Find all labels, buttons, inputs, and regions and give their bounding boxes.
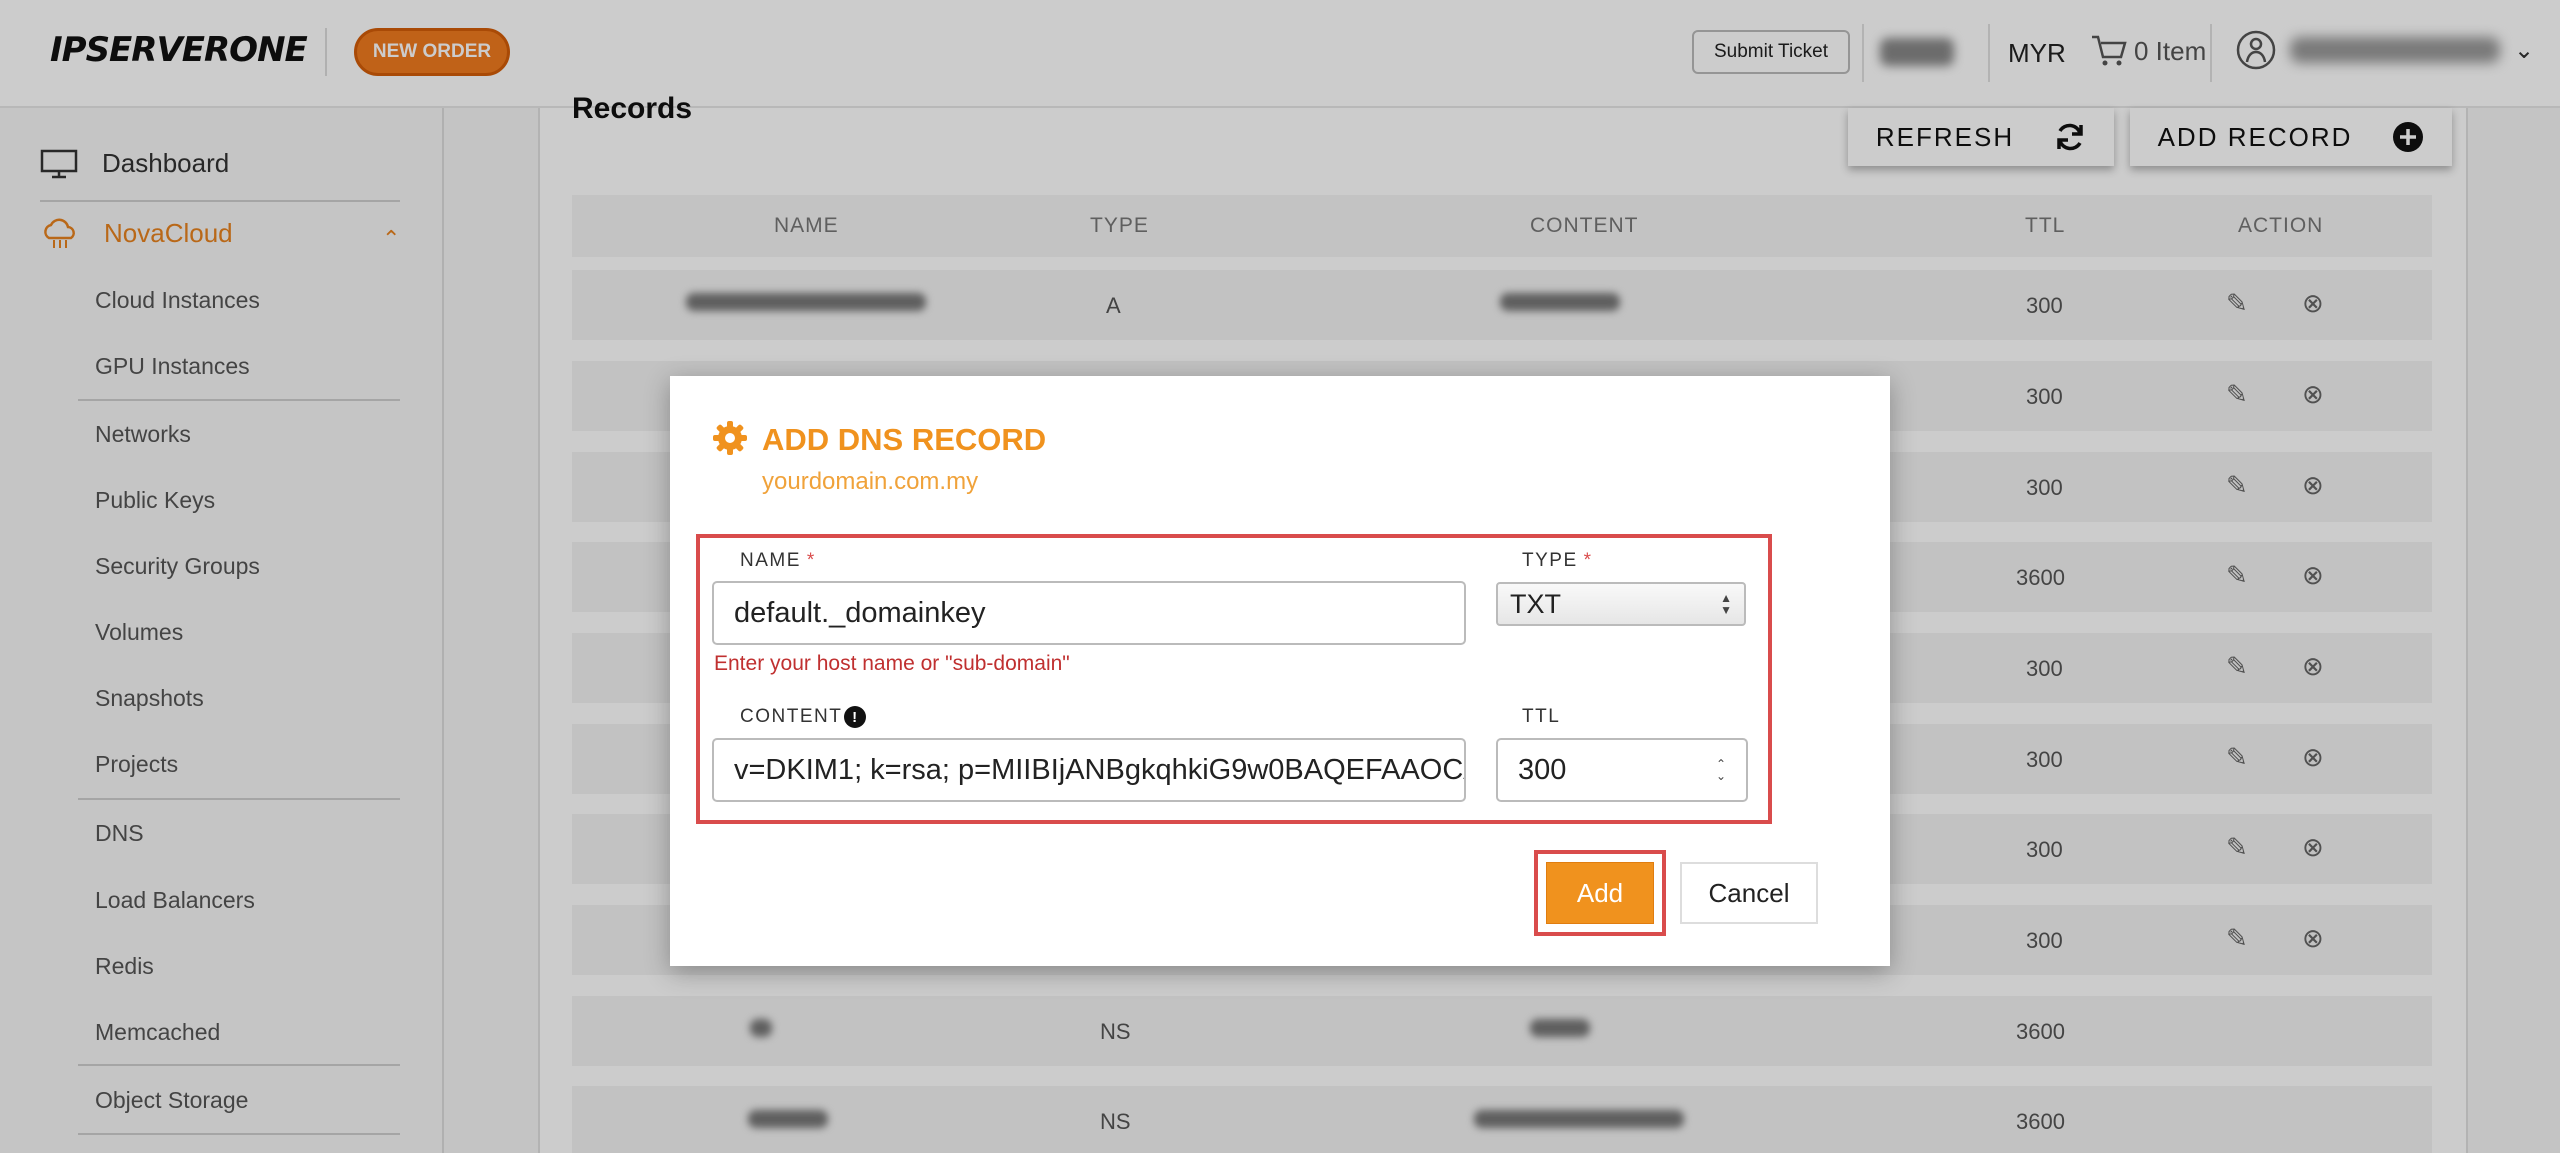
type-select[interactable]: TXT ▲ ▼ <box>1496 582 1746 626</box>
add-dns-record-dialog: ADD DNS RECORD yourdomain.com.my NAME * d… <box>670 376 1890 966</box>
required-mark: * <box>806 550 816 571</box>
ttl-label: TTL <box>1522 706 1561 727</box>
required-mark: * <box>1583 550 1593 571</box>
type-selected-value: TXT <box>1510 588 1561 619</box>
name-label: NAME * <box>740 550 816 572</box>
add-button[interactable]: Add <box>1546 862 1654 924</box>
gear-icon <box>713 421 747 455</box>
ttl-value: 300 <box>1518 753 1567 786</box>
ttl-input[interactable]: 300 ⌃ ⌄ <box>1496 738 1748 802</box>
name-label-text: NAME <box>740 550 801 571</box>
info-icon[interactable]: ! <box>844 706 867 728</box>
dialog-title: ADD DNS RECORD <box>762 422 1047 457</box>
name-input[interactable]: default._domainkey <box>712 581 1466 645</box>
content-input[interactable]: v=DKIM1; k=rsa; p=MIIBIjANBgkqhkiG9w0BAQ… <box>712 738 1466 802</box>
type-label: TYPE * <box>1522 550 1593 572</box>
dialog-domain: yourdomain.com.my <box>762 468 979 495</box>
cancel-button[interactable]: Cancel <box>1680 862 1818 924</box>
stepper-icon[interactable]: ⌃ ⌄ <box>1716 758 1726 782</box>
content-label-text: CONTENT <box>740 706 843 728</box>
name-hint: Enter your host name or "sub-domain" <box>714 652 1070 675</box>
content-label: CONTENT! <box>740 706 867 728</box>
select-arrows-icon: ▲ ▼ <box>1720 591 1732 617</box>
type-label-text: TYPE <box>1522 550 1578 571</box>
